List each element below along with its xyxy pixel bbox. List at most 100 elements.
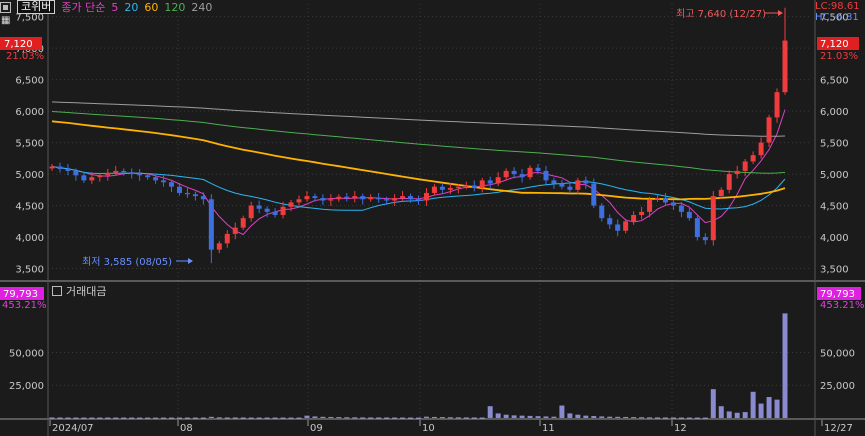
candle-body bbox=[184, 192, 190, 195]
candle-body bbox=[583, 180, 589, 184]
current-change-right: 21.03% bbox=[820, 51, 858, 62]
volume-bar bbox=[591, 416, 597, 418]
volume-tick-label: 50,000 bbox=[9, 348, 44, 359]
volume-bar bbox=[328, 416, 334, 418]
candle-body bbox=[360, 196, 366, 200]
volume-bar bbox=[567, 413, 573, 418]
candle-body bbox=[65, 169, 71, 171]
stock-name[interactable]: 코위버 bbox=[17, 0, 56, 14]
candle-body bbox=[527, 167, 533, 178]
candle-body bbox=[639, 211, 645, 216]
candle-body bbox=[519, 174, 525, 178]
volume-bar bbox=[487, 406, 493, 418]
volume-bar bbox=[615, 416, 621, 418]
candle-body bbox=[344, 196, 350, 199]
x-tick-label: 11 bbox=[542, 423, 555, 434]
candle-body bbox=[113, 170, 119, 173]
candle-body bbox=[511, 170, 517, 175]
candle-body bbox=[551, 180, 557, 184]
price-tick-label-right: 4,000 bbox=[820, 233, 849, 244]
volume-bar bbox=[320, 416, 326, 418]
volume-bar bbox=[599, 416, 605, 418]
volume-change-left: 453.21% bbox=[2, 300, 47, 311]
candle-body bbox=[169, 182, 175, 187]
volume-bar bbox=[559, 405, 565, 418]
candle-body bbox=[49, 166, 55, 169]
volume-bar bbox=[224, 417, 230, 419]
price-tick-label: 3,500 bbox=[15, 265, 44, 276]
candle-body bbox=[264, 208, 270, 212]
candle-body bbox=[89, 177, 95, 181]
volume-bar bbox=[200, 417, 206, 419]
price-tick-label: 6,500 bbox=[15, 76, 44, 87]
volume-bar bbox=[447, 417, 453, 419]
checkbox-icon[interactable] bbox=[0, 1, 11, 13]
candle-body bbox=[439, 186, 445, 190]
candle-body bbox=[607, 218, 613, 225]
volume-bar bbox=[248, 417, 254, 419]
stock-chart-canvas: 7,5007,0006,5006,0005,5005,0004,5004,000… bbox=[0, 0, 865, 436]
candle-body bbox=[176, 186, 182, 193]
volume-bar bbox=[455, 417, 461, 419]
volume-bar bbox=[431, 416, 437, 418]
candle-body bbox=[400, 196, 406, 199]
volume-bar bbox=[543, 416, 549, 418]
price-tick-label-right: 5,500 bbox=[820, 139, 849, 150]
x-tick-label: 10 bbox=[422, 423, 435, 434]
volume-bar bbox=[176, 417, 182, 419]
candle-body bbox=[471, 185, 477, 188]
volume-bar bbox=[272, 417, 278, 419]
volume-bar bbox=[57, 417, 63, 419]
volume-bar bbox=[710, 389, 716, 418]
volume-value-left: 79,793 bbox=[3, 289, 38, 300]
volume-header: 거래대금 bbox=[52, 283, 106, 299]
x-tick-label: 12 bbox=[674, 423, 687, 434]
candle-body bbox=[129, 172, 135, 175]
volume-bar bbox=[519, 415, 525, 418]
candle-body bbox=[352, 196, 358, 199]
volume-bar bbox=[113, 417, 119, 419]
volume-bar bbox=[575, 414, 581, 418]
candle-body bbox=[256, 205, 262, 209]
volume-bar bbox=[400, 417, 406, 419]
volume-bar bbox=[631, 417, 637, 419]
volume-value-right: 79,793 bbox=[820, 289, 855, 300]
volume-bar bbox=[686, 417, 692, 419]
candle-body bbox=[766, 117, 772, 143]
candle-body bbox=[145, 175, 151, 178]
candle-body bbox=[479, 180, 485, 188]
current-change-left: 21.03% bbox=[6, 51, 44, 62]
volume-bar bbox=[623, 416, 629, 418]
candle-body bbox=[702, 237, 708, 241]
volume-bar bbox=[471, 417, 477, 419]
volume-bar bbox=[161, 417, 167, 419]
candle-body bbox=[726, 174, 732, 190]
candle-body bbox=[591, 183, 597, 206]
volume-bar bbox=[256, 417, 262, 419]
volume-bar bbox=[607, 416, 613, 418]
candle-body bbox=[296, 199, 302, 203]
price-tick-label: 5,500 bbox=[15, 139, 44, 150]
x-tick-label: 09 bbox=[310, 423, 323, 434]
candle-body bbox=[376, 198, 382, 200]
low-annotation: 최저 3,585 (08/05) bbox=[82, 256, 172, 268]
volume-bar bbox=[296, 417, 302, 419]
volume-bar bbox=[49, 417, 55, 419]
grid-menu-icon[interactable]: ▦ bbox=[1, 15, 10, 26]
volume-bar bbox=[750, 391, 756, 418]
candle-body bbox=[710, 196, 716, 241]
volume-bar bbox=[105, 417, 111, 419]
candle-body bbox=[734, 170, 740, 175]
ma-period-60: 60 bbox=[144, 0, 159, 14]
volume-bar bbox=[639, 417, 645, 419]
candle-body bbox=[678, 205, 684, 212]
chart-header: 코위버 종가 단순 5 20 60 120 240 bbox=[0, 0, 212, 14]
candle-body bbox=[97, 175, 103, 178]
volume-bar bbox=[416, 417, 421, 419]
volume-checkbox-icon[interactable] bbox=[52, 286, 62, 296]
candle-body bbox=[742, 161, 748, 171]
volume-bar bbox=[392, 417, 398, 419]
x-tick-label: 2024/07 bbox=[52, 423, 94, 434]
volume-change-right: 453.21% bbox=[820, 300, 865, 311]
volume-bar bbox=[670, 417, 676, 419]
